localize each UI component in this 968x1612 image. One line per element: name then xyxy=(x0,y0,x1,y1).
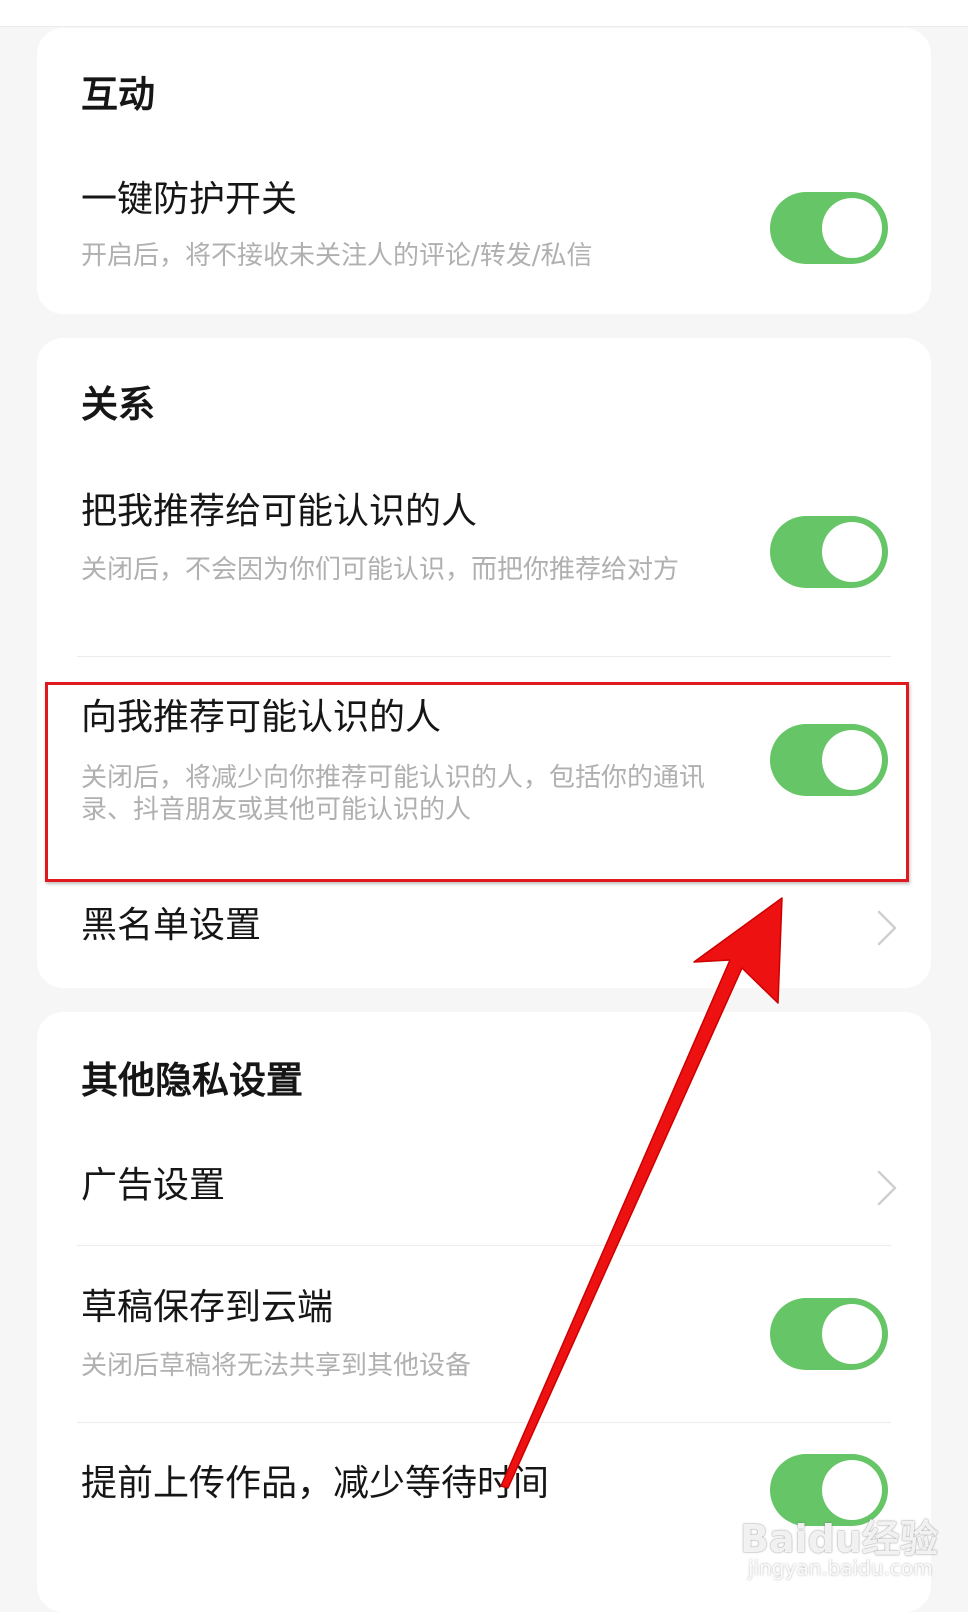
blacklist-title: 黑名单设置 xyxy=(81,905,262,946)
pre-upload-toggle[interactable] xyxy=(770,1454,888,1526)
pre-upload-row[interactable]: 提前上传作品，减少等待时间 xyxy=(37,1436,931,1576)
one-key-protection-desc: 开启后，将不接收未关注人的评论/转发/私信 xyxy=(81,241,593,271)
toggle-knob xyxy=(822,1304,882,1364)
toggle-knob xyxy=(822,522,882,582)
chevron-right-icon xyxy=(877,910,897,946)
section-title-interaction: 互动 xyxy=(81,73,155,116)
blacklist-row[interactable]: 黑名单设置 xyxy=(37,878,931,978)
pre-upload-title: 提前上传作品，减少等待时间 xyxy=(81,1463,550,1504)
section-title-relation: 关系 xyxy=(81,383,155,426)
recommend-to-me-toggle[interactable] xyxy=(770,724,888,796)
toggle-knob xyxy=(822,730,882,790)
chevron-right-icon xyxy=(877,1170,897,1206)
draft-cloud-desc: 关闭后草稿将无法共享到其他设备 xyxy=(81,1351,472,1381)
divider xyxy=(77,1422,891,1423)
relation-card: 关系 把我推荐给可能认识的人 关闭后，不会因为你们可能认识，而把你推荐给对方 向… xyxy=(37,338,931,988)
draft-cloud-title: 草稿保存到云端 xyxy=(81,1287,334,1328)
ad-settings-title: 广告设置 xyxy=(81,1165,226,1206)
recommend-to-me-row[interactable]: 向我推荐可能认识的人 关闭后，将减少向你推荐可能认识的人，包括你的通讯录、抖音朋… xyxy=(37,678,931,858)
toggle-knob xyxy=(822,1460,882,1520)
recommend-to-me-title: 向我推荐可能认识的人 xyxy=(81,697,442,738)
interaction-card: 互动 一键防护开关 开启后，将不接收未关注人的评论/转发/私信 xyxy=(37,28,931,314)
top-status-strip xyxy=(0,0,968,27)
toggle-knob xyxy=(822,198,882,258)
divider xyxy=(77,656,891,657)
section-title-other: 其他隐私设置 xyxy=(81,1059,303,1102)
recommend-to-me-desc: 关闭后，将减少向你推荐可能认识的人，包括你的通讯录、抖音朋友或其他可能认识的人 xyxy=(81,763,706,825)
ad-settings-row[interactable]: 广告设置 xyxy=(37,1140,931,1244)
recommend-me-toggle[interactable] xyxy=(770,516,888,588)
one-key-protection-row[interactable]: 一键防护开关 开启后，将不接收未关注人的评论/转发/私信 xyxy=(37,158,931,308)
one-key-protection-toggle[interactable] xyxy=(770,192,888,264)
draft-cloud-row[interactable]: 草稿保存到云端 关闭后草稿将无法共享到其他设备 xyxy=(37,1268,931,1418)
recommend-me-row[interactable]: 把我推荐给可能认识的人 关闭后，不会因为你们可能认识，而把你推荐给对方 xyxy=(37,478,931,656)
recommend-me-title: 把我推荐给可能认识的人 xyxy=(81,491,478,532)
draft-cloud-toggle[interactable] xyxy=(770,1298,888,1370)
recommend-me-desc: 关闭后，不会因为你们可能认识，而把你推荐给对方 xyxy=(81,555,680,585)
one-key-protection-title: 一键防护开关 xyxy=(81,179,298,220)
divider xyxy=(77,1245,891,1246)
other-privacy-card: 其他隐私设置 广告设置 草稿保存到云端 关闭后草稿将无法共享到其他设备 提前上传… xyxy=(37,1012,931,1612)
